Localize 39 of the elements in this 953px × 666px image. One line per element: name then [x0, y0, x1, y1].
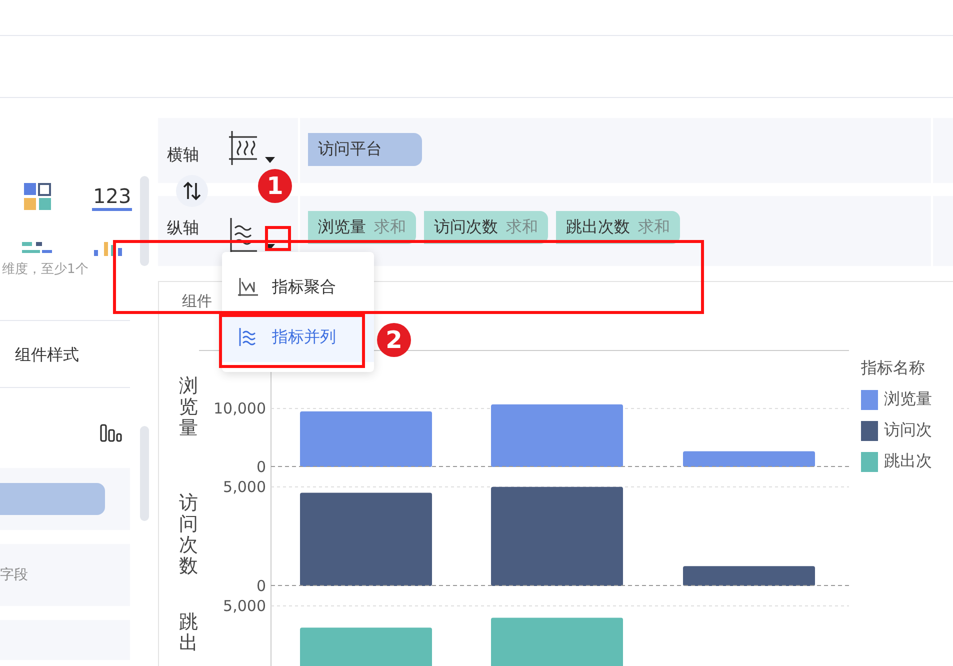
panel-axis-label: 浏览量	[179, 376, 198, 439]
field-chip[interactable]: 访问平台	[308, 133, 422, 166]
line-chart-icon	[238, 277, 258, 297]
legend-title: 指标名称	[861, 358, 926, 379]
field-chip[interactable]: 跳出次数 求和	[556, 211, 680, 244]
axis-label: 纵轴	[167, 218, 200, 238]
field-hint: 字段	[0, 566, 28, 584]
hint-text: 维度，至少1个	[1, 261, 90, 278]
axis-type-button[interactable]	[229, 131, 275, 165]
tick-label: 5,000	[223, 596, 266, 615]
swap-icon[interactable]	[176, 175, 208, 207]
bar-chart-icon[interactable]	[22, 242, 52, 256]
wave-lines-icon	[238, 327, 258, 347]
number-label[interactable]: 123	[92, 184, 132, 210]
legend-label[interactable]: 访问次	[884, 420, 932, 441]
axis-wave-icon	[229, 218, 259, 252]
panel-axis-label: 跳出	[179, 612, 198, 654]
field-chip[interactable]: 浏览量 求和	[308, 211, 416, 244]
axis-wave-icon	[229, 131, 259, 165]
caret-icon	[265, 157, 275, 163]
step-badge: 2	[377, 323, 411, 357]
tick-label: 5,000	[223, 478, 266, 496]
legend-label[interactable]: 浏览量	[884, 389, 932, 410]
tick-label: 0	[256, 577, 266, 595]
tick-label: 10,000	[214, 400, 266, 418]
section-tab[interactable]: 组件样式	[0, 320, 130, 388]
field-bar[interactable]	[0, 483, 105, 515]
tick-label: 0	[256, 458, 266, 476]
field-chip[interactable]: 访问次数 求和	[424, 211, 548, 244]
grid-icon[interactable]	[24, 183, 52, 211]
column-chart-icon[interactable]	[100, 422, 122, 442]
panel-axis-label: 访问次数	[179, 493, 198, 577]
scrollbar[interactable]	[140, 426, 149, 521]
axis-label: 横轴	[167, 145, 200, 165]
axis-type-button[interactable]	[229, 218, 275, 252]
menu-item[interactable]: 指标聚合	[222, 262, 374, 312]
legend-label[interactable]: 跳出次	[884, 451, 932, 472]
scrollbar[interactable]	[140, 176, 149, 266]
component-title: 组件	[182, 292, 212, 312]
